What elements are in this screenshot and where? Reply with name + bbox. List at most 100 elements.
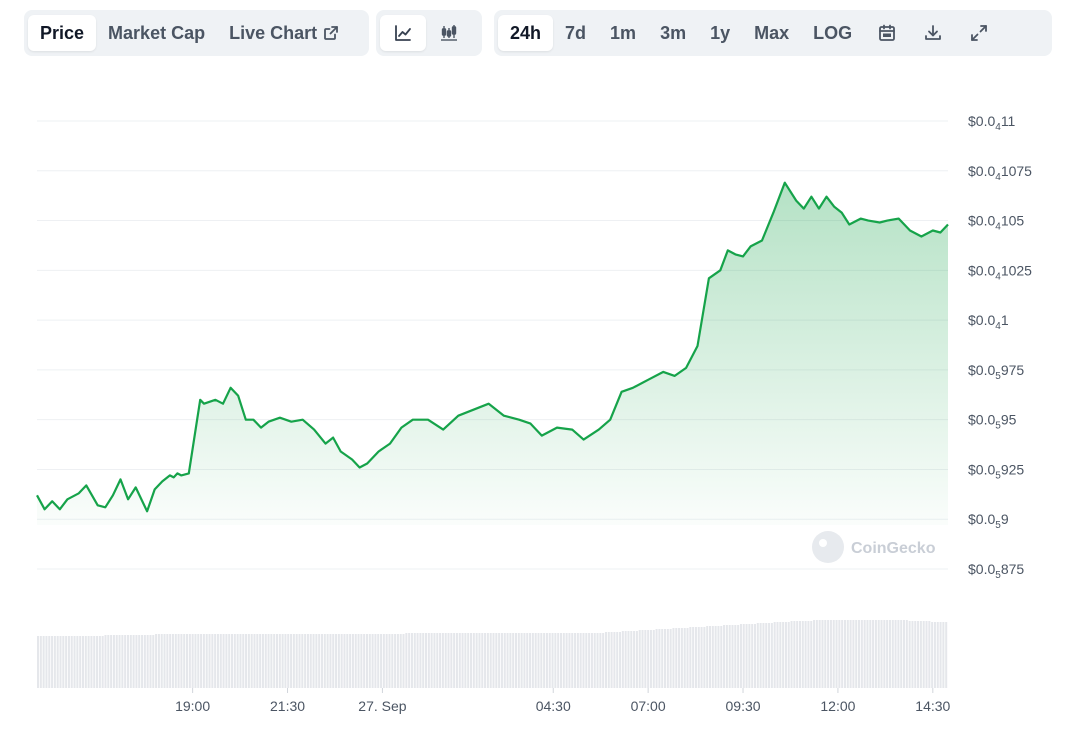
volume-bar [315,634,318,688]
volume-bar [641,630,644,688]
volume-bar [444,633,447,688]
volume-bar [287,634,290,688]
volume-bar [290,634,293,688]
volume-bar [450,633,453,688]
volume-bar [121,635,124,688]
volume-bar [93,636,96,688]
volume-bar [745,624,748,688]
volume-bar [604,632,607,688]
volume-bar [453,633,456,688]
volume-bar [394,634,397,688]
volume-bar [742,624,745,688]
volume-bar [776,622,779,688]
volume-bar [613,632,616,688]
volume-bar [214,634,217,688]
volume-bar [242,634,245,688]
volume-bar [399,634,402,688]
volume-bar [73,636,76,688]
volume-bar [768,623,771,688]
volume-bar [911,621,914,688]
volume-bar [115,635,118,688]
volume-bar [630,631,633,688]
volume-bar [765,623,768,688]
volume-bar [694,627,697,688]
volume-bar [461,633,464,688]
volume-bar [928,621,931,688]
volume-bar [112,635,115,688]
coingecko-logo-eye [819,539,827,547]
volume-bar [256,634,259,688]
volume-bar [495,633,498,688]
volume-bar [762,623,765,688]
volume-bar [585,633,588,688]
volume-bar [880,620,883,688]
volume-bar [211,634,214,688]
volume-bar [157,634,160,688]
volume-bar [180,634,183,688]
volume-bar [813,620,816,688]
y-tick-label: $0.05975 [968,362,1024,382]
volume-bar [627,631,630,688]
volume-bar [739,624,742,688]
volume-bar [410,633,413,688]
volume-bar [205,634,208,688]
volume-bar [430,633,433,688]
volume-bar [48,636,51,688]
volume-bar [349,634,352,688]
volume-bar [709,626,712,688]
volume-bar [576,633,579,688]
y-axis: $0.0411 $0.041075 $0.04105 $0.041025 $0.041 $… [968,113,1032,581]
volume-bar [467,633,470,688]
volume-bar [548,633,551,688]
volume-bar [579,633,582,688]
volume-bar [863,620,866,688]
volume-bar [433,633,436,688]
volume-bar [593,633,596,688]
volume-bar [484,633,487,688]
volume-bar [155,634,158,688]
volume-bar [649,630,652,688]
volume-bar [523,633,526,688]
volume-bar [894,620,897,688]
volume-bar [163,634,166,688]
y-tick-label: $0.0411 [968,113,1016,133]
volume-bar [759,623,762,688]
volume-bar [301,634,304,688]
volume-bar [829,620,832,688]
volume-bar [869,620,872,688]
volume-bar [222,634,225,688]
volume-bar [169,634,172,688]
volume-bar [703,627,706,688]
volume-bar [101,636,104,688]
volume-bar [340,634,343,688]
volume-bar [669,629,672,688]
volume-bar [529,633,532,688]
volume-bar [602,633,605,688]
volume-bar [332,634,335,688]
volume-bar [357,634,360,688]
y-tick-label: $0.041075 [968,163,1032,183]
volume-bar [582,633,585,688]
x-tick-label: 04:30 [536,698,571,714]
volume-bar [683,628,686,688]
volume-bar [858,620,861,688]
volume-bar [84,636,87,688]
x-tick-label: 21:30 [270,698,305,714]
volume-bar [422,633,425,688]
volume-bar [559,633,562,688]
volume-bar [855,620,858,688]
volume-bar [810,621,813,688]
coingecko-watermark: CoinGecko [812,531,936,563]
volume-bar [779,622,782,688]
x-tick-label: 07:00 [631,698,666,714]
volume-bar [233,634,236,688]
volume-bar [838,620,841,688]
coingecko-logo-icon [812,531,844,563]
volume-bar [343,634,346,688]
volume-bar [208,634,211,688]
volume-bar [377,634,380,688]
volume-bar [512,633,515,688]
y-tick-label: $0.04105 [968,213,1024,233]
volume-bar [70,636,73,688]
volume-bar [363,634,366,688]
